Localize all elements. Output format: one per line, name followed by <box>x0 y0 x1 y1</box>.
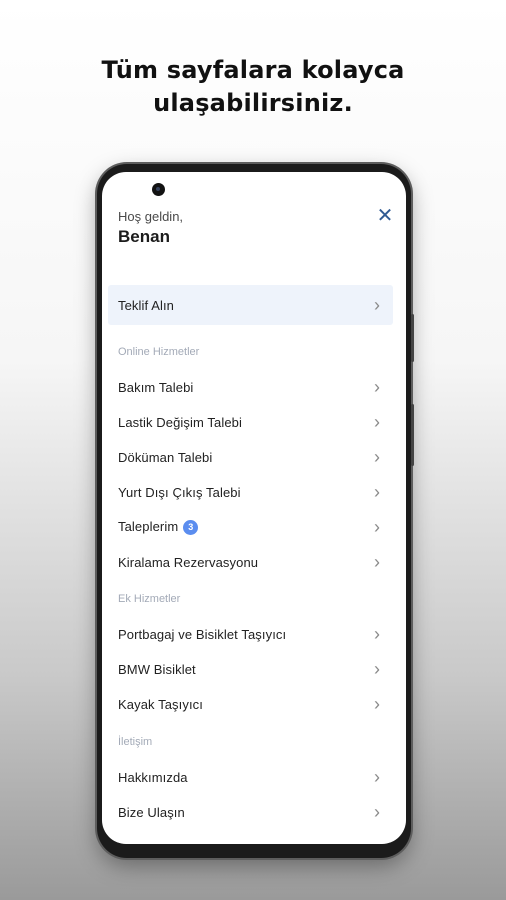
user-name: Benan <box>118 227 170 246</box>
front-camera-icon <box>152 183 165 196</box>
chevron-right-icon: › <box>374 295 380 315</box>
menu-item-hakkimizda[interactable]: Hakkımızda › <box>108 759 393 795</box>
menu-item-portbagaj[interactable]: Portbagaj ve Bisiklet Taşıyıcı › <box>108 616 393 652</box>
menu-item-lastik-degisim[interactable]: Lastik Değişim Talebi › <box>108 404 393 440</box>
menu-item-yurt-disi-cikis[interactable]: Yurt Dışı Çıkış Talebi › <box>108 474 393 510</box>
count-badge: 3 <box>183 520 199 536</box>
headline-line-1: Tüm sayfalara kolayca <box>101 56 405 84</box>
menu-item-label: Bize Ulaşın <box>118 804 185 820</box>
phone-screen: Hoş geldin, Benan ✕ Teklif Alın › Online… <box>102 172 406 844</box>
menu-item-bmw-bisiklet[interactable]: BMW Bisiklet › <box>108 651 393 687</box>
menu-item-kiralama-rezervasyonu[interactable]: Kiralama Rezervasyonu › <box>108 544 393 580</box>
chevron-right-icon: › <box>374 552 380 572</box>
menu-item-label: Kiralama Rezervasyonu <box>118 554 259 570</box>
menu-item-label: Lastik Değişim Talebi <box>118 414 242 430</box>
greeting-text: Hoş geldin, <box>118 209 184 224</box>
phone-frame: Hoş geldin, Benan ✕ Teklif Alın › Online… <box>97 164 414 858</box>
menu-item-text: Taleplerim <box>118 518 179 534</box>
chevron-right-icon: › <box>374 659 380 679</box>
section-title-extra: Ek Hizmetler <box>118 593 181 605</box>
headline-line-2: ulaşabilirsiniz. <box>153 89 353 117</box>
menu-item-bakim-talebi[interactable]: Bakım Talebi › <box>108 369 393 405</box>
promo-headline: Tüm sayfalara kolayca ulaşabilirsiniz. <box>0 54 506 120</box>
close-icon[interactable]: ✕ <box>376 206 394 226</box>
menu-item-kayak-tasiyici[interactable]: Kayak Taşıyıcı › <box>108 686 393 722</box>
chevron-right-icon: › <box>374 517 380 537</box>
chevron-right-icon: › <box>374 767 380 787</box>
chevron-right-icon: › <box>374 482 380 502</box>
section-title-contact: İletişim <box>118 736 153 748</box>
chevron-right-icon: › <box>374 377 380 397</box>
chevron-right-icon: › <box>374 802 380 822</box>
phone-side-button <box>411 314 414 362</box>
menu-item-taleplerim[interactable]: Taleplerim 3 › <box>108 509 393 545</box>
menu-item-label: Kayak Taşıyıcı <box>118 696 203 712</box>
phone-side-button <box>411 404 414 466</box>
menu-item-bize-ulasin[interactable]: Bize Ulaşın › <box>108 794 393 830</box>
menu-item-label: Teklif Alın <box>118 297 175 313</box>
menu-item-dokuman-talebi[interactable]: Döküman Talebi › <box>108 439 393 475</box>
menu-item-label: Taleplerim 3 <box>118 518 199 536</box>
menu-item-label: BMW Bisiklet <box>118 661 196 677</box>
menu-item-label: Portbagaj ve Bisiklet Taşıyıcı <box>118 626 287 642</box>
chevron-right-icon: › <box>374 447 380 467</box>
menu-item-label: Hakkımızda <box>118 769 188 785</box>
chevron-right-icon: › <box>374 624 380 644</box>
menu-item-label: Döküman Talebi <box>118 449 213 465</box>
chevron-right-icon: › <box>374 412 380 432</box>
chevron-right-icon: › <box>374 694 380 714</box>
section-title-online: Online Hizmetler <box>118 346 200 358</box>
menu-item-label: Yurt Dışı Çıkış Talebi <box>118 484 241 500</box>
menu-item-teklif-alin[interactable]: Teklif Alın › <box>108 285 393 325</box>
menu-item-label: Bakım Talebi <box>118 379 194 395</box>
